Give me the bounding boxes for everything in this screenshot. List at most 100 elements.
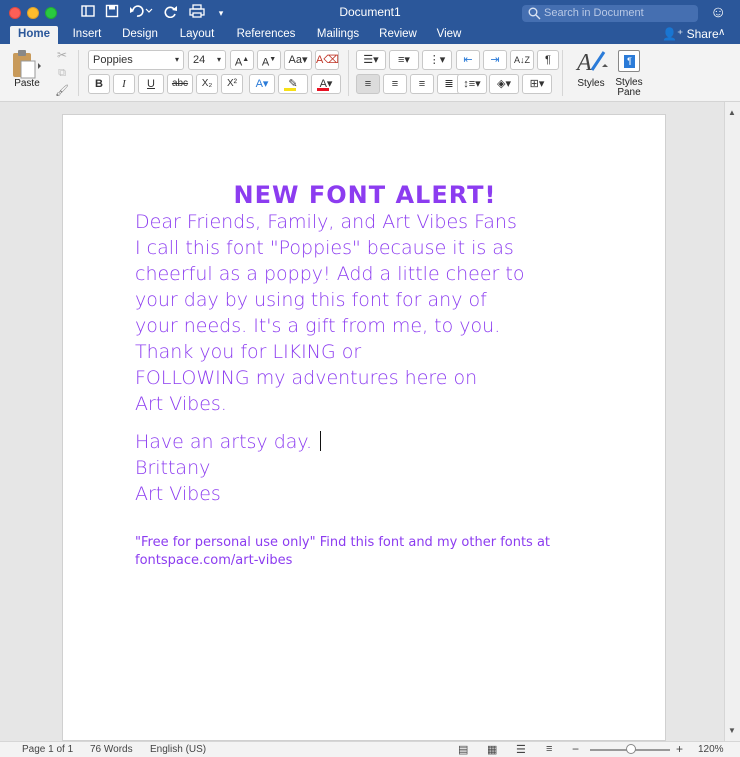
search-input[interactable]: Search in Document [522, 5, 698, 22]
font-name-select[interactable]: Poppies ▾ [88, 50, 184, 70]
sidebar-toggle-icon[interactable] [80, 4, 96, 22]
scroll-up-icon[interactable]: ▲ [728, 108, 736, 117]
show-formatting-button[interactable]: ¶ [537, 50, 559, 70]
styles-pane-label: Styles Pane [615, 77, 643, 98]
document-heading: NEW FONT ALERT! [233, 181, 497, 209]
subscript-button[interactable]: X₂ [196, 74, 218, 94]
web-layout-icon[interactable]: ▦ [487, 743, 497, 756]
draft-view-icon[interactable]: ≡ [546, 743, 552, 755]
redo-icon[interactable] [163, 4, 179, 22]
font-size-select[interactable]: 24 ▾ [188, 50, 226, 70]
save-icon[interactable] [104, 4, 120, 22]
document-line[interactable]: Art Vibes. [135, 393, 227, 415]
document-line[interactable]: FOLLOWING my adventures here on [135, 367, 477, 389]
print-icon[interactable] [188, 4, 206, 22]
paste-button[interactable] [8, 48, 48, 82]
document-line[interactable]: I call this font "Poppies" because it is… [135, 237, 514, 259]
numbering-button[interactable]: ≡▾ [389, 50, 419, 70]
tab-home[interactable]: Home [10, 26, 58, 44]
shrink-font-button[interactable]: A▼ [257, 50, 281, 70]
collapse-ribbon-icon[interactable]: ∧ [718, 27, 725, 38]
document-line[interactable]: Brittany [135, 457, 210, 479]
document-line[interactable]: your day by using this font for any of [135, 289, 487, 311]
search-icon [528, 7, 541, 20]
share-label: Share [686, 27, 719, 41]
align-right-button[interactable]: ≡ [410, 74, 434, 94]
share-button[interactable]: 👤⁺ Share [662, 26, 719, 42]
zoom-in-button[interactable]: + [676, 742, 683, 756]
word-count[interactable]: 76 Words [90, 744, 133, 755]
shading-button[interactable]: ◈▾ [489, 74, 519, 94]
multilevel-list-button[interactable]: ⋮▾ [422, 50, 452, 70]
sort-button[interactable]: A↓Z [510, 50, 534, 70]
document-page[interactable]: NEW FONT ALERT! Dear Friends, Family, an… [62, 114, 666, 741]
strikethrough-button[interactable]: abc [167, 74, 193, 94]
undo-icon[interactable] [128, 4, 154, 22]
page-count[interactable]: Page 1 of 1 [22, 744, 73, 755]
clipboard-icon [13, 50, 41, 79]
document-line-with-cursor[interactable]: Have an artsy day. [135, 431, 321, 453]
ribbon-divider [348, 50, 349, 96]
cut-icon[interactable]: ✂ [55, 45, 69, 65]
document-line[interactable]: your needs. It's a gift from me, to you. [135, 315, 500, 337]
ribbon-divider [562, 50, 563, 96]
change-case-button[interactable]: Aa▾ [284, 50, 312, 70]
copy-icon[interactable]: ⧉ [55, 63, 69, 83]
ribbon-divider [78, 50, 79, 96]
tab-insert[interactable]: Insert [66, 26, 108, 44]
bold-button[interactable]: B [88, 74, 110, 94]
line-spacing-button[interactable]: ↕≡▾ [457, 74, 487, 94]
align-center-button[interactable]: ≡ [383, 74, 407, 94]
print-layout-icon[interactable]: ▤ [458, 743, 468, 756]
italic-button[interactable]: I [113, 74, 135, 94]
document-line[interactable]: cheerful as a poppy! Add a little cheer … [135, 263, 524, 285]
chevron-down-icon: ▾ [216, 55, 221, 64]
document-line[interactable]: Art Vibes [135, 483, 221, 505]
align-left-button[interactable]: ≡ [356, 74, 380, 94]
tab-references[interactable]: References [230, 26, 302, 44]
title-bar: ▾ Document1 Search in Document ☺ [0, 0, 740, 26]
document-line[interactable]: Have an artsy day. [135, 431, 312, 453]
status-bar: Page 1 of 1 76 Words English (US) ▤ ▦ ☰ … [0, 741, 740, 757]
grow-font-button[interactable]: A▲ [230, 50, 254, 70]
zoom-out-button[interactable]: − [572, 742, 579, 756]
text-effects-button[interactable]: A▾ [249, 74, 275, 94]
zoom-slider-thumb[interactable] [626, 744, 636, 754]
close-window-button[interactable] [9, 7, 21, 19]
footnote-line[interactable]: "Free for personal use only" Find this f… [135, 535, 550, 550]
styles-label: Styles [577, 78, 605, 89]
clear-formatting-icon[interactable]: A⌫ [315, 50, 339, 70]
highlight-button[interactable]: ✎ [278, 74, 308, 94]
tab-review[interactable]: Review [374, 26, 422, 44]
vertical-scrollbar[interactable]: ▲ ▼ [724, 102, 740, 741]
search-placeholder: Search in Document [544, 7, 644, 19]
add-person-icon: 👤⁺ [662, 27, 684, 41]
borders-button[interactable]: ⊞▾ [522, 74, 552, 94]
underline-button[interactable]: U [138, 74, 164, 94]
minimize-window-button[interactable] [27, 7, 39, 19]
superscript-button[interactable]: X² [221, 74, 243, 94]
language[interactable]: English (US) [150, 744, 206, 755]
outline-view-icon[interactable]: ☰ [516, 743, 526, 756]
feedback-smiley-icon[interactable]: ☺ [710, 4, 726, 22]
document-line[interactable]: Dear Friends, Family, and Art Vibes Fans [135, 211, 517, 233]
bullets-button[interactable]: ☰▾ [356, 50, 386, 70]
maximize-window-button[interactable] [45, 7, 57, 19]
font-name-value: Poppies [93, 54, 133, 66]
document-line[interactable]: Thank you for LIKING or [135, 341, 361, 363]
tab-design[interactable]: Design [116, 26, 164, 44]
format-painter-icon[interactable]: 🖌 [55, 81, 69, 101]
decrease-indent-button[interactable]: ⇤ [456, 50, 480, 70]
footnote-line[interactable]: fontspace.com/art-vibes [135, 553, 292, 568]
document-canvas: NEW FONT ALERT! Dear Friends, Family, an… [0, 102, 724, 741]
tab-mailings[interactable]: Mailings [310, 26, 366, 44]
font-color-button[interactable]: A▾ [311, 74, 341, 94]
styles-gallery-icon[interactable]: A [574, 46, 610, 76]
scroll-down-icon[interactable]: ▼ [728, 726, 736, 735]
styles-pane-button[interactable]: ¶ [618, 50, 640, 72]
zoom-level[interactable]: 120% [698, 744, 724, 755]
customize-toolbar-icon[interactable]: ▾ [215, 4, 227, 22]
increase-indent-button[interactable]: ⇥ [483, 50, 507, 70]
tab-view[interactable]: View [430, 26, 468, 44]
tab-layout[interactable]: Layout [172, 26, 222, 44]
